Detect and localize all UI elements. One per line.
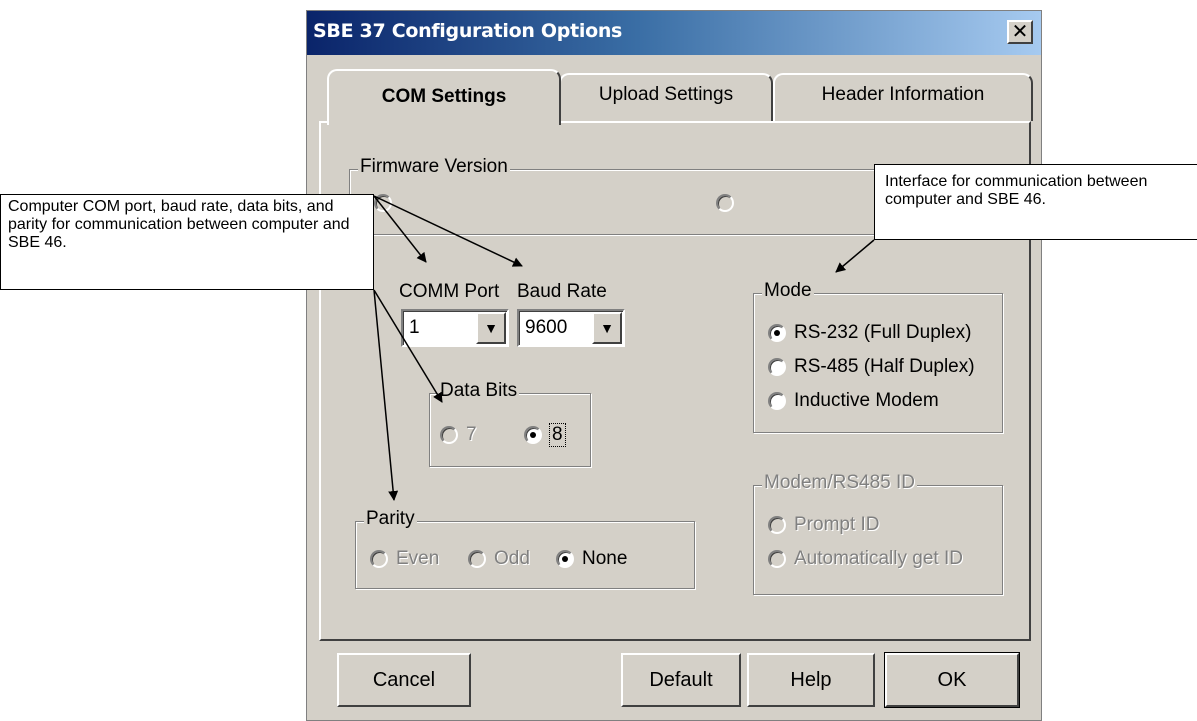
arrow-to-data-bits: [373, 289, 443, 403]
callout-arrows: [373, 195, 875, 501]
callout-com-settings: Computer COM port, baud rate, data bits,…: [0, 194, 374, 290]
callout-mode: Interface for communication between comp…: [874, 164, 1197, 240]
arrow-to-parity: [373, 289, 399, 501]
arrow-to-baud-rate: [373, 195, 523, 267]
arrow-to-mode: [835, 239, 875, 273]
arrow-to-comm-port: [373, 195, 427, 263]
